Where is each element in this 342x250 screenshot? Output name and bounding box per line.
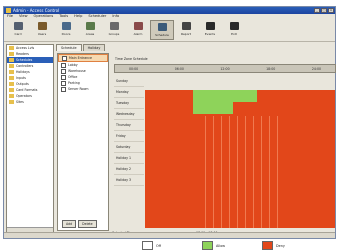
toolbar-events-button[interactable]: Events [198,20,222,40]
grid-line [245,116,246,228]
door-icon [61,22,71,30]
grid-line [253,116,254,228]
exit-icon [229,22,239,30]
events-icon [205,22,215,30]
folder-icon [9,82,14,86]
grid-line [205,116,206,228]
time-tick: 18:00 [266,66,276,71]
tab-schedule[interactable]: Schedule [56,44,82,51]
schedule-header: Time Zone Schedule [115,57,148,61]
app-window: Admin - Access Control _ □ × File View O… [3,6,336,250]
schedule-grid[interactable] [145,90,335,228]
day-label: Holiday 1 [114,153,144,164]
folder-icon [9,46,14,50]
day-label: Saturday [114,142,144,153]
folder-icon [9,94,14,98]
day-label: Holiday 2 [114,164,144,175]
checkbox[interactable] [61,80,66,86]
area-icon [85,22,95,30]
menu-view[interactable]: View [19,14,28,19]
day-labels: Sunday Monday Tuesday Wednesday Thursday… [114,76,144,228]
day-label: Thursday [114,120,144,131]
menu-tools[interactable]: Tools [59,14,68,19]
allow-block[interactable] [193,90,257,102]
menu-file[interactable]: File [7,14,13,19]
group-list: Main Entrance Lobby Warehouse Office Par… [57,53,109,231]
menu-bar: File View Operations Tools Help Schedule… [4,14,335,19]
toolbar-report-button[interactable]: Report [174,20,198,40]
day-label: Wednesday [114,109,144,120]
day-label: Holiday 3 [114,175,144,186]
allow-block[interactable] [193,102,233,114]
checkbox[interactable] [62,55,67,61]
menu-info[interactable]: Info [112,14,119,19]
close-button[interactable]: × [328,8,334,13]
folder-icon [9,100,14,104]
menu-help[interactable]: Help [74,14,82,19]
folder-icon [9,64,14,68]
time-ruler: 00:00 06:00 12:00 18:00 24:00 [114,64,336,73]
menu-scheduler[interactable]: Scheduler [88,14,106,19]
groups-icon [109,22,119,30]
add-button[interactable]: Add [62,220,77,228]
toolbar-groups-button[interactable]: Groups [102,20,126,40]
schedule-icon [157,23,167,31]
toolbar-alarm-button[interactable]: Alarm [126,20,150,40]
toolbar-card-button[interactable]: Card [6,20,30,40]
checkbox[interactable] [61,86,66,92]
tree-item[interactable]: Sites [7,99,53,105]
users-icon [37,22,47,30]
menu-operations[interactable]: Operations [34,14,54,19]
list-item[interactable]: Server Room [58,86,108,92]
delete-button[interactable]: Delete [78,220,97,228]
checkbox[interactable] [61,62,66,68]
navigation-tree: Access Lvls Readers Schedules Controller… [6,44,54,234]
toolbar-exit-button[interactable]: Exit [222,20,246,40]
time-tick: 24:00 [311,66,321,71]
grid-line [221,116,222,228]
toolbar: Card Users Doors Areas Groups Alarm Sche… [4,20,335,42]
maximize-button[interactable]: □ [321,8,327,13]
toolbar-areas-button[interactable]: Areas [78,20,102,40]
grid-line [269,116,270,228]
grid-line [237,116,238,228]
app-icon [6,8,11,13]
window-title: Admin - Access Control [13,8,60,13]
toolbar-doors-button[interactable]: Doors [54,20,78,40]
folder-icon [9,70,14,74]
tab-strip: Schedule Holiday [56,44,106,51]
title-bar: Admin - Access Control _ □ × [4,7,335,14]
time-tick: 06:00 [174,66,184,71]
report-icon [181,22,191,30]
tab-holiday[interactable]: Holiday [82,44,106,51]
checkbox[interactable] [61,74,66,80]
time-tick: 12:00 [220,66,230,71]
day-label: Monday [114,87,144,98]
folder-icon [9,76,14,80]
checkbox[interactable] [61,68,66,74]
toolbar-schedule-button[interactable]: Schedule [150,20,174,40]
alarm-icon [133,22,143,30]
day-label: Sunday [114,76,144,87]
folder-icon [9,88,14,92]
toolbar-users-button[interactable]: Users [30,20,54,40]
minimize-button[interactable]: _ [314,8,320,13]
folder-icon [9,52,14,56]
list-item[interactable]: Main Entrance [58,54,108,62]
day-label: Friday [114,131,144,142]
status-bar [4,232,335,238]
schedule-panel: Schedule Holiday Main Entrance Lobby War… [56,44,336,250]
grid-line [261,116,262,228]
grid-line [213,116,214,228]
day-label: Tuesday [114,98,144,109]
folder-icon [9,58,14,62]
grid-line [229,116,230,228]
time-tick: 00:00 [129,66,139,71]
card-icon [13,22,23,30]
grid-line [277,116,278,228]
